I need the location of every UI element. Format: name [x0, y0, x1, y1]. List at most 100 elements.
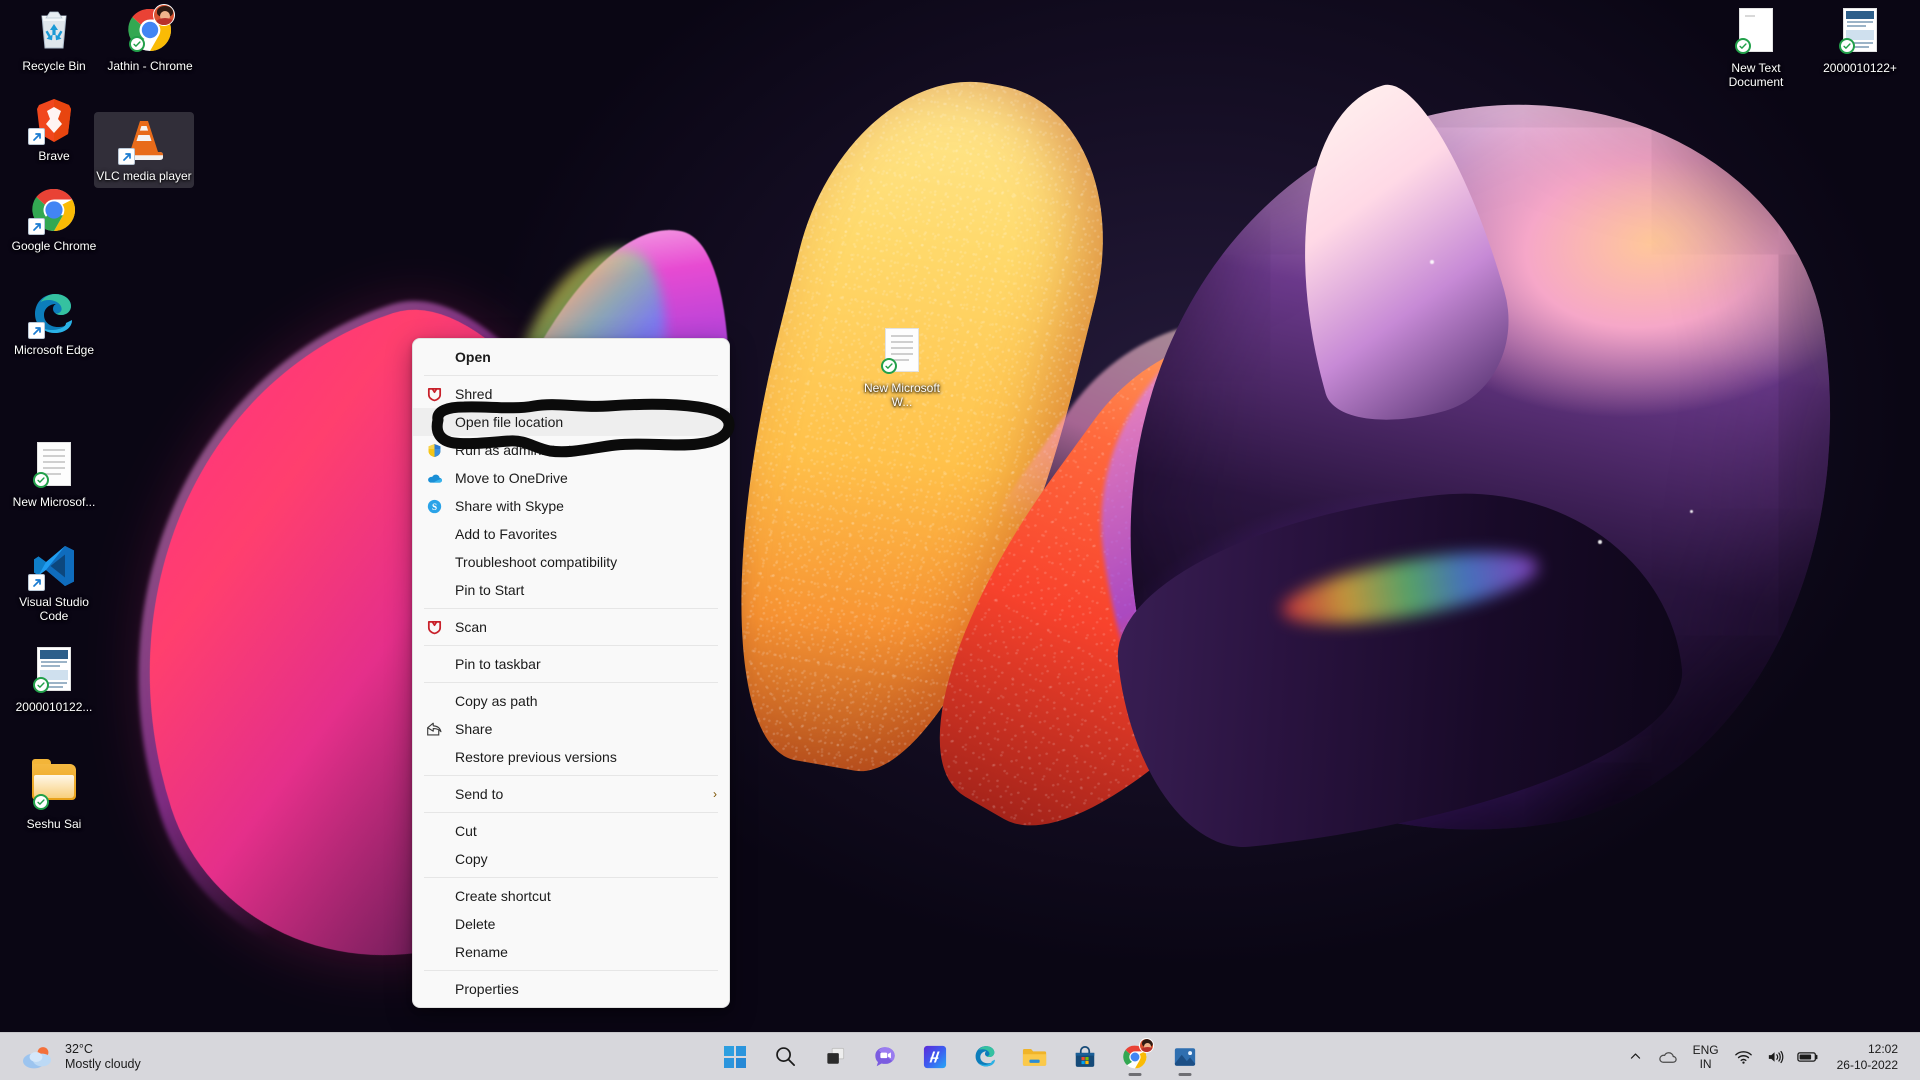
onedrive-synced-badge-icon: [1839, 38, 1855, 54]
menu-separator: [424, 775, 718, 776]
desktop-icon-recycle-bin[interactable]: Recycle Bin: [8, 6, 100, 73]
edge-icon: [28, 290, 78, 339]
file-explorer-button[interactable]: [1015, 1037, 1055, 1077]
start-button[interactable]: [715, 1037, 755, 1077]
store-button[interactable]: [1065, 1037, 1105, 1077]
file-context-menu[interactable]: Open Shred Open file location Run as admini…: [412, 338, 730, 1008]
taskbar[interactable]: 32°C Mostly cloudy ENG IN 12:02 26-10-20…: [0, 1032, 1920, 1080]
desktop-icon-seshu-sai-folder[interactable]: Seshu Sai: [8, 757, 100, 831]
search-button[interactable]: [765, 1037, 805, 1077]
menu-item-move-to-onedrive[interactable]: Move to OneDrive: [413, 464, 729, 492]
menu-item-pin-to-taskbar[interactable]: Pin to taskbar: [413, 650, 729, 678]
desktop-icon-label: Microsoft Edge: [13, 343, 95, 357]
show-hidden-icons-chevron-icon[interactable]: [1623, 1040, 1649, 1074]
taskbar-clock[interactable]: 12:02 26-10-2022: [1827, 1041, 1906, 1073]
menu-item-add-to-favorites[interactable]: Add to Favorites: [413, 520, 729, 548]
chrome-icon: [28, 186, 78, 235]
taskbar-weather-widget[interactable]: 32°C Mostly cloudy: [0, 1037, 153, 1077]
photos-button[interactable]: [1165, 1037, 1205, 1077]
menu-item-share[interactable]: Share: [413, 715, 729, 743]
menu-item-copy-as-path[interactable]: Copy as path: [413, 687, 729, 715]
menu-item-create-shortcut[interactable]: Create shortcut: [413, 882, 729, 910]
vlc-icon: [118, 116, 168, 165]
menu-item-pin-to-start[interactable]: Pin to Start: [413, 576, 729, 604]
menu-item-send-to[interactable]: Send to ›: [413, 780, 729, 808]
menu-item-label: Share: [455, 721, 493, 737]
menu-item-label: Open: [455, 349, 491, 365]
desktop-icon-vlc-media-player[interactable]: VLC media player: [94, 112, 194, 188]
desktop-icon-microsoft-edge[interactable]: Microsoft Edge: [8, 290, 100, 357]
desktop-icon-label: 2000010122+: [1823, 61, 1897, 75]
mcafee-shield-icon: [423, 385, 445, 403]
menu-item-copy[interactable]: Copy: [413, 845, 729, 873]
menu-item-label: Open file location: [455, 414, 564, 430]
task-view-button[interactable]: [815, 1037, 855, 1077]
menu-item-properties[interactable]: Properties: [413, 975, 729, 1003]
desktop-icon-label: Jathin - Chrome: [107, 59, 193, 73]
shortcut-badge-icon: [28, 128, 45, 145]
menu-item-scan[interactable]: Scan: [413, 613, 729, 641]
menu-item-label: Pin to Start: [455, 582, 525, 598]
edge-button[interactable]: [965, 1037, 1005, 1077]
shortcut-badge-icon: [118, 148, 135, 165]
desktop-icon-google-chrome[interactable]: Google Chrome: [8, 186, 100, 253]
menu-separator: [424, 645, 718, 646]
battery-icon[interactable]: [1795, 1040, 1821, 1074]
menu-item-icon-placeholder: [423, 943, 445, 961]
menu-item-open-file-location[interactable]: Open file location: [413, 408, 729, 436]
desktop-icon-new-text-document[interactable]: New Text Document: [1710, 6, 1802, 89]
menu-item-label: Move to OneDrive: [455, 470, 568, 486]
menu-item-icon-placeholder: [423, 748, 445, 766]
menu-item-cut[interactable]: Cut: [413, 817, 729, 845]
menu-item-shred[interactable]: Shred: [413, 380, 729, 408]
desktop-icon-label: 2000010122...: [15, 700, 93, 714]
chat-button[interactable]: [865, 1037, 905, 1077]
onedrive-cloud-icon[interactable]: [1655, 1040, 1681, 1074]
weather-condition: Mostly cloudy: [65, 1056, 141, 1071]
menu-separator: [424, 608, 718, 609]
menu-item-label: Share with Skype: [455, 498, 564, 514]
svg-text:S: S: [431, 502, 436, 512]
menu-item-delete[interactable]: Delete: [413, 910, 729, 938]
menu-item-icon-placeholder: [423, 980, 445, 998]
desktop[interactable]: Recycle Bin Brave Google Chrome Microsof…: [0, 0, 1920, 1080]
menu-item-share-with-skype[interactable]: S Share with Skype: [413, 492, 729, 520]
menu-item-icon-placeholder: [423, 692, 445, 710]
onedrive-synced-badge-icon: [1735, 38, 1751, 54]
menu-item-troubleshoot-compatibility[interactable]: Troubleshoot compatibility: [413, 548, 729, 576]
onedrive-synced-badge-icon: [33, 472, 49, 488]
menu-item-label: Send to: [455, 786, 504, 802]
menu-item-open[interactable]: Open: [413, 343, 729, 371]
desktop-icon-label: Recycle Bin: [22, 59, 86, 73]
menu-item-label: Troubleshoot compatibility: [455, 554, 618, 570]
menu-item-restore-previous-versions[interactable]: Restore previous versions: [413, 743, 729, 771]
desktop-icon-new-microsoft-word[interactable]: New Microsoft W...: [856, 326, 948, 409]
onedrive-synced-badge-icon: [33, 677, 49, 693]
menu-item-icon-placeholder: [423, 655, 445, 673]
chrome-button[interactable]: [1115, 1037, 1155, 1077]
onedrive-synced-badge-icon: [33, 794, 49, 810]
menu-item-label: Scan: [455, 619, 487, 635]
desktop-icon-file-2000010122-plus[interactable]: 2000010122+: [1808, 6, 1912, 75]
language-line-1: ENG: [1692, 1042, 1719, 1057]
menu-item-label: Copy: [455, 851, 488, 867]
desktop-icon-brave[interactable]: Brave: [8, 96, 100, 163]
sun-behind-cloud-icon: [22, 1044, 56, 1070]
wifi-icon[interactable]: [1731, 1040, 1757, 1074]
menu-item-run-as-administrator[interactable]: Run as administrator: [413, 436, 729, 464]
shortcut-badge-icon: [28, 322, 45, 339]
desktop-icon-file-2000010122[interactable]: 2000010122...: [8, 645, 100, 714]
menu-separator: [424, 877, 718, 878]
desktop-icon-visual-studio-code[interactable]: Visual Studio Code: [8, 542, 100, 623]
folder-icon: [30, 759, 78, 812]
language-indicator[interactable]: ENG IN: [1687, 1043, 1725, 1071]
menu-item-rename[interactable]: Rename: [413, 938, 729, 966]
desktop-icon-label: Visual Studio Code: [19, 595, 89, 623]
mi-app-button[interactable]: [915, 1037, 955, 1077]
image-document-icon: [1836, 8, 1884, 56]
desktop-icon-jathin-chrome[interactable]: Jathin - Chrome: [104, 4, 196, 73]
volume-icon[interactable]: [1763, 1040, 1789, 1074]
desktop-icon-new-microsoft-doc[interactable]: New Microsof...: [8, 440, 100, 509]
share-arrow-icon: [423, 720, 445, 738]
menu-item-icon-placeholder: [423, 348, 445, 366]
